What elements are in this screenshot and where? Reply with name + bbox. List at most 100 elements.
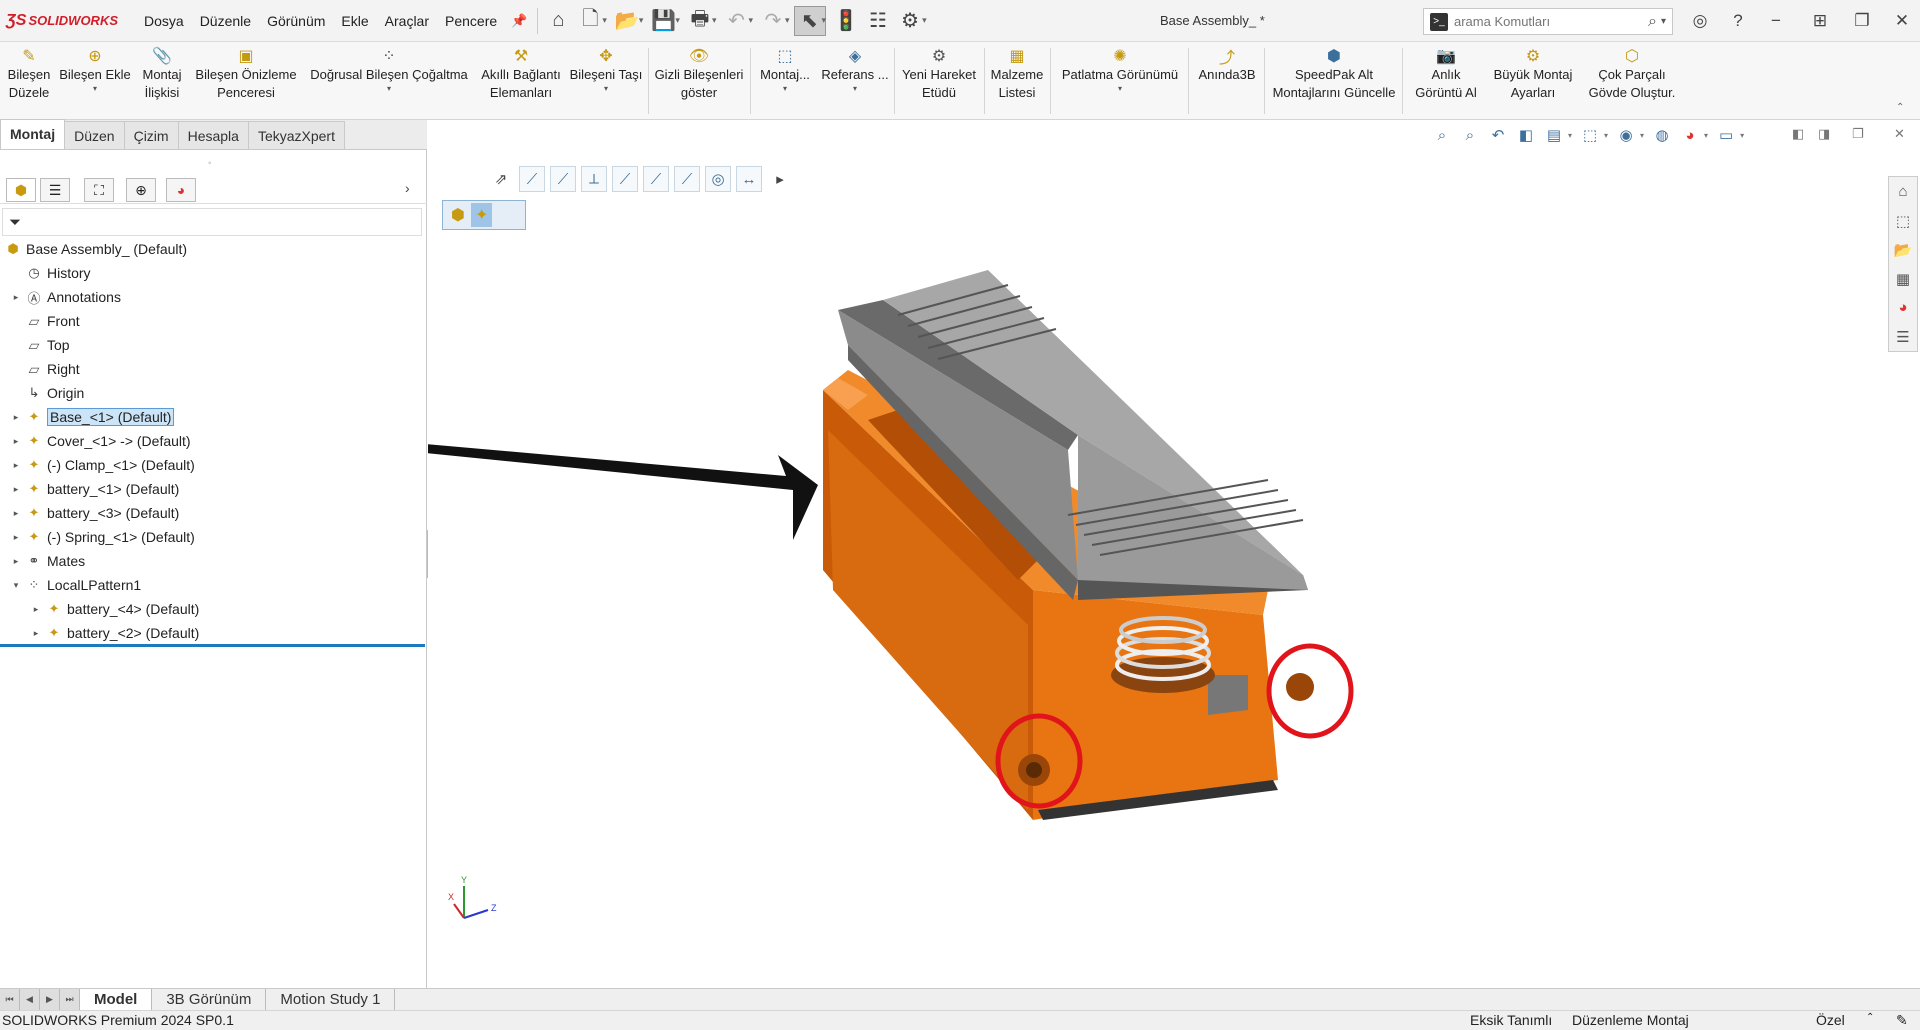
collapse-arrow-icon[interactable]: ▾ (10, 580, 22, 591)
collapse-ribbon-icon[interactable]: ⌃ (1896, 102, 1904, 113)
tab-tekyazxpert[interactable]: TekyazXpert (247, 121, 345, 149)
viewport-tile-right-icon[interactable]: ◨ (1818, 126, 1830, 142)
design-library-icon[interactable]: ⬚ (1889, 206, 1917, 235)
menu-pencere[interactable]: Pencere (437, 0, 505, 42)
first-tab-icon[interactable]: ⏮ (0, 989, 20, 1010)
close-icon[interactable]: ✕ (1888, 8, 1916, 34)
tree-item-spring-component[interactable]: ▸ ✦ (-) Spring_<1> (Default) (10, 526, 195, 548)
menu-araclar[interactable]: Araçlar (377, 0, 437, 42)
expand-arrow-icon[interactable]: ▸ (10, 412, 22, 423)
assembly-icon[interactable]: ⬢ (451, 205, 465, 225)
chevron-down-icon[interactable]: ▾ (1118, 84, 1122, 93)
menu-ekle[interactable]: Ekle (333, 0, 376, 42)
appearances-icon[interactable]: ◕ (1889, 293, 1917, 322)
home-icon[interactable]: ⌂ (542, 6, 574, 36)
menu-duzenle[interactable]: Düzenle (192, 0, 259, 42)
exploded-view-button[interactable]: ✺ Patlatma Görünümü ▾ (1054, 44, 1186, 120)
tab-hesapla[interactable]: Hesapla (177, 121, 249, 149)
rebuild-icon[interactable]: 🚦 (830, 6, 862, 36)
previous-view-icon[interactable]: ↶ (1484, 124, 1512, 146)
chevron-down-icon[interactable]: ▾ (1568, 131, 1572, 140)
user-account-icon[interactable]: ◎ (1686, 8, 1714, 34)
expand-arrow-icon[interactable]: ▸ (10, 556, 22, 567)
concentric-mate-icon[interactable]: ⟋ (643, 166, 669, 192)
large-assembly-settings-button[interactable]: ⚙ Büyük Montaj Ayarları (1486, 44, 1580, 120)
expand-arrow-icon[interactable]: ▸ (30, 628, 42, 639)
tangent-mate-icon[interactable]: ⟋ (612, 166, 638, 192)
expand-arrow-icon[interactable]: ▸ (10, 460, 22, 471)
expand-arrow-icon[interactable]: ▸ (10, 484, 22, 495)
configuration-manager-tab-icon[interactable]: ⛶ (84, 178, 114, 202)
search-input[interactable] (1454, 14, 1648, 29)
viewport-close-icon[interactable]: ✕ (1894, 126, 1905, 142)
tree-item-history[interactable]: ◷ History (10, 262, 90, 284)
view-settings-icon[interactable]: ▭ (1712, 124, 1740, 146)
tree-item-clamp-component[interactable]: ▸ ✦ (-) Clamp_<1> (Default) (10, 454, 195, 476)
edit-appearance-icon[interactable]: ◕ (1676, 124, 1704, 146)
context-toolbar-arrow-icon[interactable]: ⇗ (488, 166, 514, 192)
tab-3d-view[interactable]: 3B Görünüm (152, 989, 267, 1010)
concentric-circle-icon[interactable]: ◎ (705, 166, 731, 192)
units-dropdown-icon[interactable]: ⌃ (1866, 1012, 1874, 1023)
tree-item-cover-component[interactable]: ▸ ✦ Cover_<1> -> (Default) (10, 430, 191, 452)
tree-item-top-plane[interactable]: ▱ Top (10, 334, 70, 356)
show-hidden-components-button[interactable]: 👁 Gizli Bileşenleri göster (652, 44, 746, 120)
smart-fasteners-button[interactable]: ⚒ Akıllı Bağlantı Elemanları (478, 44, 564, 120)
new-motion-study-button[interactable]: ⚙ Yeni Hareket Etüdü (898, 44, 980, 120)
chevron-down-icon[interactable]: ▾ (675, 15, 680, 26)
tab-motion-study[interactable]: Motion Study 1 (266, 989, 396, 1010)
tab-model[interactable]: Model (80, 989, 153, 1010)
tree-filter-bar[interactable]: ⏷ (2, 208, 422, 236)
tree-item-battery-1[interactable]: ▸ ✦ battery_<1> (Default) (10, 478, 180, 500)
chevron-down-icon[interactable]: ▾ (604, 84, 608, 93)
chevron-down-icon[interactable]: ▾ (602, 15, 607, 26)
component-preview-button[interactable]: ▣ Bileşen Önizleme Penceresi (192, 44, 300, 120)
speedpak-button[interactable]: ⬢ SpeedPak Alt Montajlarını Güncelle (1268, 44, 1400, 120)
menu-gorunum[interactable]: Görünüm (259, 0, 333, 42)
chevron-down-icon[interactable]: ▾ (639, 15, 644, 26)
tree-root[interactable]: ⬢ Base Assembly_ (Default) (4, 238, 187, 260)
move-component-button[interactable]: ✥ Bileşeni Taşı ▾ (568, 44, 644, 120)
chevron-down-icon[interactable]: ▾ (783, 84, 787, 93)
coincident-mate-icon[interactable]: ⟋ (519, 166, 545, 192)
chevron-down-icon[interactable]: ▾ (712, 15, 717, 26)
chevron-down-icon[interactable]: ▾ (853, 84, 857, 93)
mate-button[interactable]: 📎 Montaj İlişkisi (136, 44, 188, 120)
rollback-bar[interactable] (0, 644, 425, 647)
command-search[interactable]: >_ ⌕ ▾ (1423, 8, 1673, 35)
property-manager-tab-icon[interactable]: ☰ (40, 178, 70, 202)
menu-dosya[interactable]: Dosya (136, 0, 192, 42)
chevron-down-icon[interactable]: ▾ (822, 15, 827, 26)
file-explorer-icon[interactable]: 📂 (1889, 235, 1917, 264)
minimize-icon[interactable]: − (1762, 8, 1790, 34)
part-icon[interactable]: ✦ (470, 203, 493, 227)
tree-item-local-pattern[interactable]: ▾ ⁘ LocalLPattern1 (10, 574, 141, 596)
view-palette-icon[interactable]: ▦ (1889, 264, 1917, 293)
expand-arrow-icon[interactable]: ▸ (10, 532, 22, 543)
chevron-down-icon[interactable]: ▾ (1661, 16, 1666, 27)
tab-cizim[interactable]: Çizim (123, 121, 179, 149)
tree-item-battery-4[interactable]: ▸ ✦ battery_<4> (Default) (30, 598, 200, 620)
chevron-down-icon[interactable]: ▾ (1604, 131, 1608, 140)
home-icon[interactable]: ⌂ (1889, 177, 1917, 206)
tree-item-base-component[interactable]: ▸ ✦ Base_<1> (Default) (10, 406, 175, 428)
rebuild-status-icon[interactable]: ✎ (1896, 1012, 1908, 1029)
status-units[interactable]: Özel (1816, 1012, 1845, 1028)
custom-properties-icon[interactable]: ☰ (1889, 322, 1917, 351)
tree-item-annotations[interactable]: ▸ Ⓐ Annotations (10, 286, 121, 308)
chevron-down-icon[interactable]: ▾ (93, 84, 97, 93)
dynamic-annotation-icon[interactable]: ▤ (1540, 124, 1568, 146)
chevron-down-icon[interactable]: ▾ (922, 15, 927, 26)
tree-item-battery-3[interactable]: ▸ ✦ battery_<3> (Default) (10, 502, 180, 524)
dimxpert-tab-icon[interactable]: ⊕ (126, 178, 156, 202)
chevron-right-icon[interactable]: › (405, 180, 410, 196)
viewport-restore-icon[interactable]: ❐ (1852, 126, 1864, 142)
restore-icon[interactable]: ❐ (1848, 8, 1876, 34)
chevron-down-icon[interactable]: ▾ (748, 15, 753, 26)
next-tab-icon[interactable]: ▶ (40, 989, 60, 1010)
pin-icon[interactable]: 📌 (511, 13, 527, 29)
chevron-down-icon[interactable]: ▾ (785, 15, 790, 26)
multibody-part-button[interactable]: ⬡ Çok Parçalı Gövde Oluştur. (1582, 44, 1682, 120)
tree-item-front-plane[interactable]: ▱ Front (10, 310, 80, 332)
instant3d-button[interactable]: ⤴ Anında3B (1192, 44, 1262, 120)
